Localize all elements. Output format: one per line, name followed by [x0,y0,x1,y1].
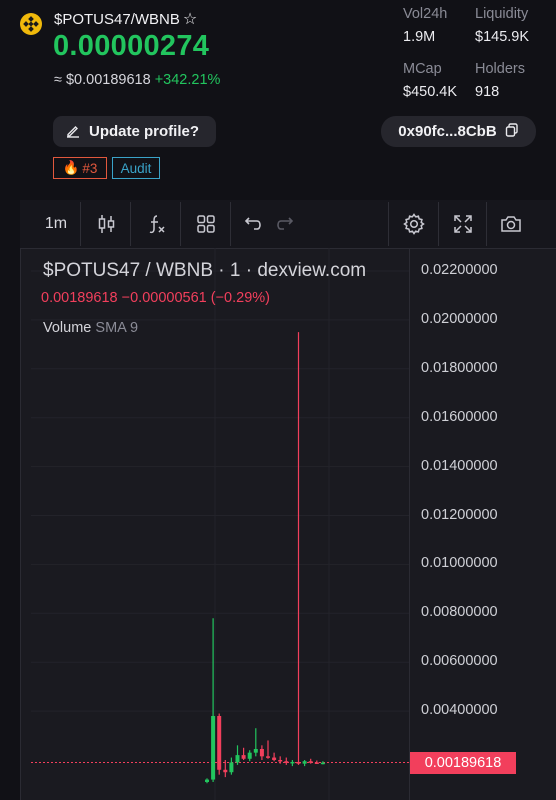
y-tick-label: 0.01600000 [421,408,498,425]
candle-body [217,715,222,770]
volume-label: Volume [43,320,92,336]
candle-body [211,715,216,780]
candle-body [320,762,325,765]
candle-body [253,748,258,753]
y-tick-label: 0.00400000 [421,702,498,719]
candle-body [259,748,264,757]
volume-sma: SMA 9 [95,320,139,336]
y-tick-label: 0.02000000 [421,310,498,327]
y-tick-label: 0.00800000 [421,604,498,621]
candle-body [205,779,209,783]
y-tick-label: 0.01000000 [421,555,498,572]
chart-ohlc: 0.00189618 −0.00000561 (−0.29%) [41,290,270,306]
candle-body [266,756,270,758]
candle-body [314,762,319,764]
candle-body [308,761,313,763]
candle-series [205,332,325,784]
candle-body [241,755,246,759]
candle-body [235,755,240,763]
y-tick-label: 0.01400000 [421,457,498,474]
candle-body [290,761,295,764]
candle-body [302,761,307,764]
candle-body [272,757,277,760]
candle-body [278,760,283,762]
y-axis-divider [409,248,410,800]
y-tick-label: 0.01200000 [421,506,498,523]
candle-body [247,752,252,759]
candle-body [229,762,234,773]
candle-body [296,761,301,764]
current-price-tag: 0.00189618 [410,752,516,774]
price-chart[interactable] [0,0,556,800]
chart-title: $POTUS47 / WBNB · 1 · dexview.com [43,260,367,281]
candle-body [284,761,289,763]
y-tick-label: 0.00600000 [421,653,498,670]
y-tick-label: 0.01800000 [421,359,498,376]
candle-body [223,769,228,773]
volume-legend[interactable]: Volume SMA 9 [43,320,138,336]
y-tick-label: 0.02200000 [421,262,498,278]
